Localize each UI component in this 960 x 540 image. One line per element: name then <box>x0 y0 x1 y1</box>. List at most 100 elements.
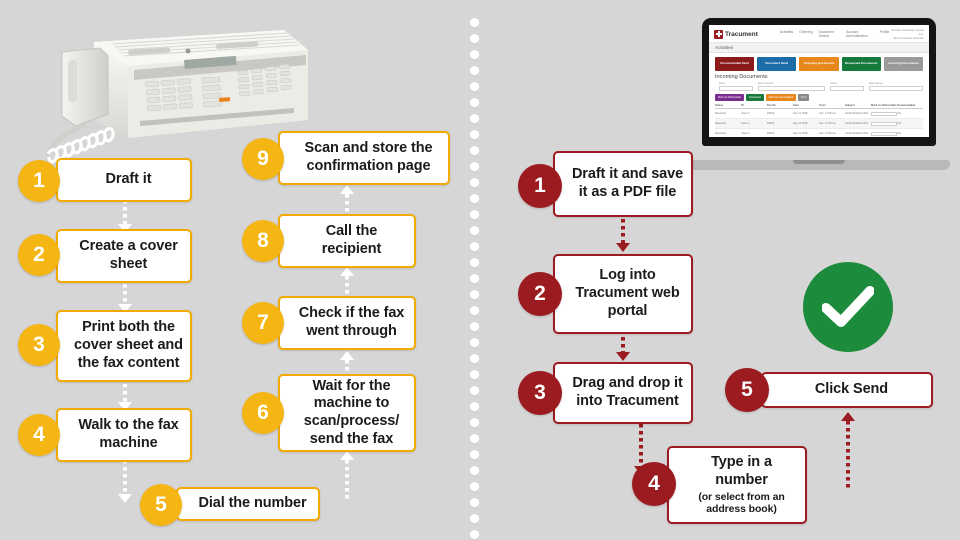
filter-date-range[interactable] <box>869 86 923 91</box>
fax-step-card-6[interactable]: Wait for the machine to scan/process/ se… <box>278 374 416 452</box>
fax-step-text-5: Dial the number <box>198 495 307 512</box>
tracument-step-number-4: 4 <box>632 462 676 506</box>
fax-step-number-9: 9 <box>242 138 284 180</box>
cell: Received <box>715 132 726 135</box>
portal-tile[interactable]: Requested Documents <box>841 57 881 71</box>
portal-logo: Tracument <box>714 29 758 39</box>
fax-step-card-8[interactable]: Call the recipient <box>278 214 416 268</box>
cell: Smith Medical Clinic <box>845 122 869 125</box>
portal-breadcrumb: Activities <box>709 42 929 53</box>
filter-label: Show <box>830 82 837 85</box>
action-button[interactable]: Mark As Deliverable <box>715 94 745 101</box>
portal-nav[interactable]: Activities Ordering Document Search Acco… <box>780 30 889 38</box>
tracument-step-card-5[interactable]: Click Send <box>761 372 933 408</box>
action-button[interactable]: Mark As Downloaded <box>765 94 797 101</box>
arrow-fax-4-to-5 <box>105 460 145 503</box>
fax-step-text-3: Print both the cover sheet and the fax c… <box>74 319 183 371</box>
divider-dot <box>470 98 479 107</box>
fax-step-number-5: 5 <box>140 484 182 526</box>
cell: 18944 <box>767 132 775 135</box>
vertical-dotted-divider <box>470 0 484 540</box>
tracument-step-text-3: Drag and drop it into Tracument <box>572 375 683 409</box>
cell-select[interactable] <box>871 121 897 126</box>
action-button[interactable]: Print <box>798 94 810 101</box>
filter-select[interactable] <box>830 86 864 91</box>
tracument-step-card-3[interactable]: Drag and drop it into Tracument <box>553 362 693 424</box>
portal-nav-item[interactable]: Profile <box>880 30 890 38</box>
laptop-base <box>688 160 950 170</box>
filter-input[interactable] <box>757 86 826 91</box>
fax-step-card-4[interactable]: Walk to the fax machine <box>56 408 192 462</box>
arrow-trac-2-to-3 <box>603 330 643 361</box>
arrow-fax-8-to-9 <box>327 185 367 214</box>
tracument-step-card-2[interactable]: Log into Tracument web portal <box>553 254 693 334</box>
incoming-documents-table: Status ID File No. Date From Subject Mar… <box>709 104 929 137</box>
portal-nav-item[interactable]: Activities <box>780 30 793 38</box>
filter-label: Quick Search <box>757 82 774 85</box>
filter-select[interactable] <box>719 86 753 91</box>
cell: Open it <box>741 132 750 135</box>
fax-step-card-7[interactable]: Check if the fax went through <box>278 296 416 350</box>
divider-dot <box>470 130 479 139</box>
cell-select[interactable] <box>871 111 897 116</box>
divider-dot <box>470 498 479 507</box>
table-row[interactable]: Received Open it 18943 Sep 21 2020 Fax: … <box>715 119 923 129</box>
fax-step-card-5[interactable]: Dial the number <box>176 487 320 521</box>
divider-dot <box>470 418 479 427</box>
cell: Open it <box>741 112 750 115</box>
cell: Fax: 1-705-xxx <box>819 122 837 125</box>
portal-filter: Date Range <box>869 82 923 91</box>
arrow-fax-3-to-4 <box>105 384 145 411</box>
cell-select[interactable] <box>871 131 897 136</box>
tracument-step-sub-4: (or select from an address book) <box>698 490 785 516</box>
cell: Sep 21 2020 <box>793 112 808 115</box>
fax-step-number-4: 4 <box>18 414 60 456</box>
portal-tile[interactable]: Incoming Documents <box>883 57 924 71</box>
fax-step-text-4: Walk to the fax machine <box>78 417 179 451</box>
cell: Fax: 1-705-xxx <box>819 112 837 115</box>
fax-step-number-1: 1 <box>18 160 60 202</box>
fax-step-card-2[interactable]: Create a cover sheet <box>56 229 192 283</box>
infographic-canvas: Tracument Activities Ordering Document S… <box>0 0 960 540</box>
divider-dot <box>470 194 479 203</box>
portal-nav-item[interactable]: Account Administration <box>846 30 874 38</box>
portal-tile[interactable]: Circumstantial Send <box>715 57 755 71</box>
cell: Yes <box>897 122 902 125</box>
portal-tile[interactable]: Outgoing Documents <box>799 57 839 71</box>
table-row[interactable]: Received Open it 18944 Sep 21 2020 Fax: … <box>715 129 923 137</box>
cell: Open it <box>741 122 750 125</box>
tracument-step-card-4[interactable]: Type in a number (or select from an addr… <box>667 446 807 524</box>
cell: Received <box>715 112 726 115</box>
divider-dot <box>470 18 479 27</box>
fax-step-text-1: Draft it <box>105 171 152 188</box>
tracument-step-card-1[interactable]: Draft it and save it as a PDF file <box>553 151 693 217</box>
account-line-1: Current Customer: Acme Inc. <box>890 28 924 36</box>
tracument-step-text-2: Log into Tracument web portal <box>575 267 680 319</box>
arrow-fax-2-to-3 <box>105 284 145 313</box>
arrow-trac-4-to-5 <box>828 412 868 491</box>
action-button[interactable]: Download <box>746 94 764 101</box>
table-row[interactable]: Received Open it 18942 Sep 21 2020 Fax: … <box>715 109 923 119</box>
portal-tile[interactable]: Document Send <box>757 57 797 71</box>
divider-dot <box>470 162 479 171</box>
green-check-circle <box>803 262 893 352</box>
fax-step-text-6: Wait for the machine to scan/process/ se… <box>303 377 400 447</box>
cell: Yes <box>897 112 902 115</box>
tracument-step-number-1: 1 <box>518 164 562 208</box>
divider-dot <box>470 226 479 235</box>
cell: Sep 21 2020 <box>793 132 808 135</box>
portal-filter: Quick Search <box>757 82 826 91</box>
portal-nav-item[interactable]: Document Search <box>818 30 840 38</box>
portal-header: Tracument Activities Ordering Document S… <box>709 25 929 42</box>
fax-step-card-3[interactable]: Print both the cover sheet and the fax c… <box>56 310 192 382</box>
divider-dot <box>470 386 479 395</box>
tracument-step-main-4: Type in a number <box>711 454 772 488</box>
fax-step-card-1[interactable]: Draft it <box>56 158 192 202</box>
portal-nav-item[interactable]: Ordering <box>799 30 812 38</box>
fax-step-card-9[interactable]: Scan and store the confirmation page <box>278 131 450 185</box>
fax-step-number-7: 7 <box>242 302 284 344</box>
cell: Received <box>715 122 726 125</box>
divider-dot <box>470 514 479 523</box>
divider-dot <box>470 354 479 363</box>
fax-step-number-3: 3 <box>18 324 60 366</box>
